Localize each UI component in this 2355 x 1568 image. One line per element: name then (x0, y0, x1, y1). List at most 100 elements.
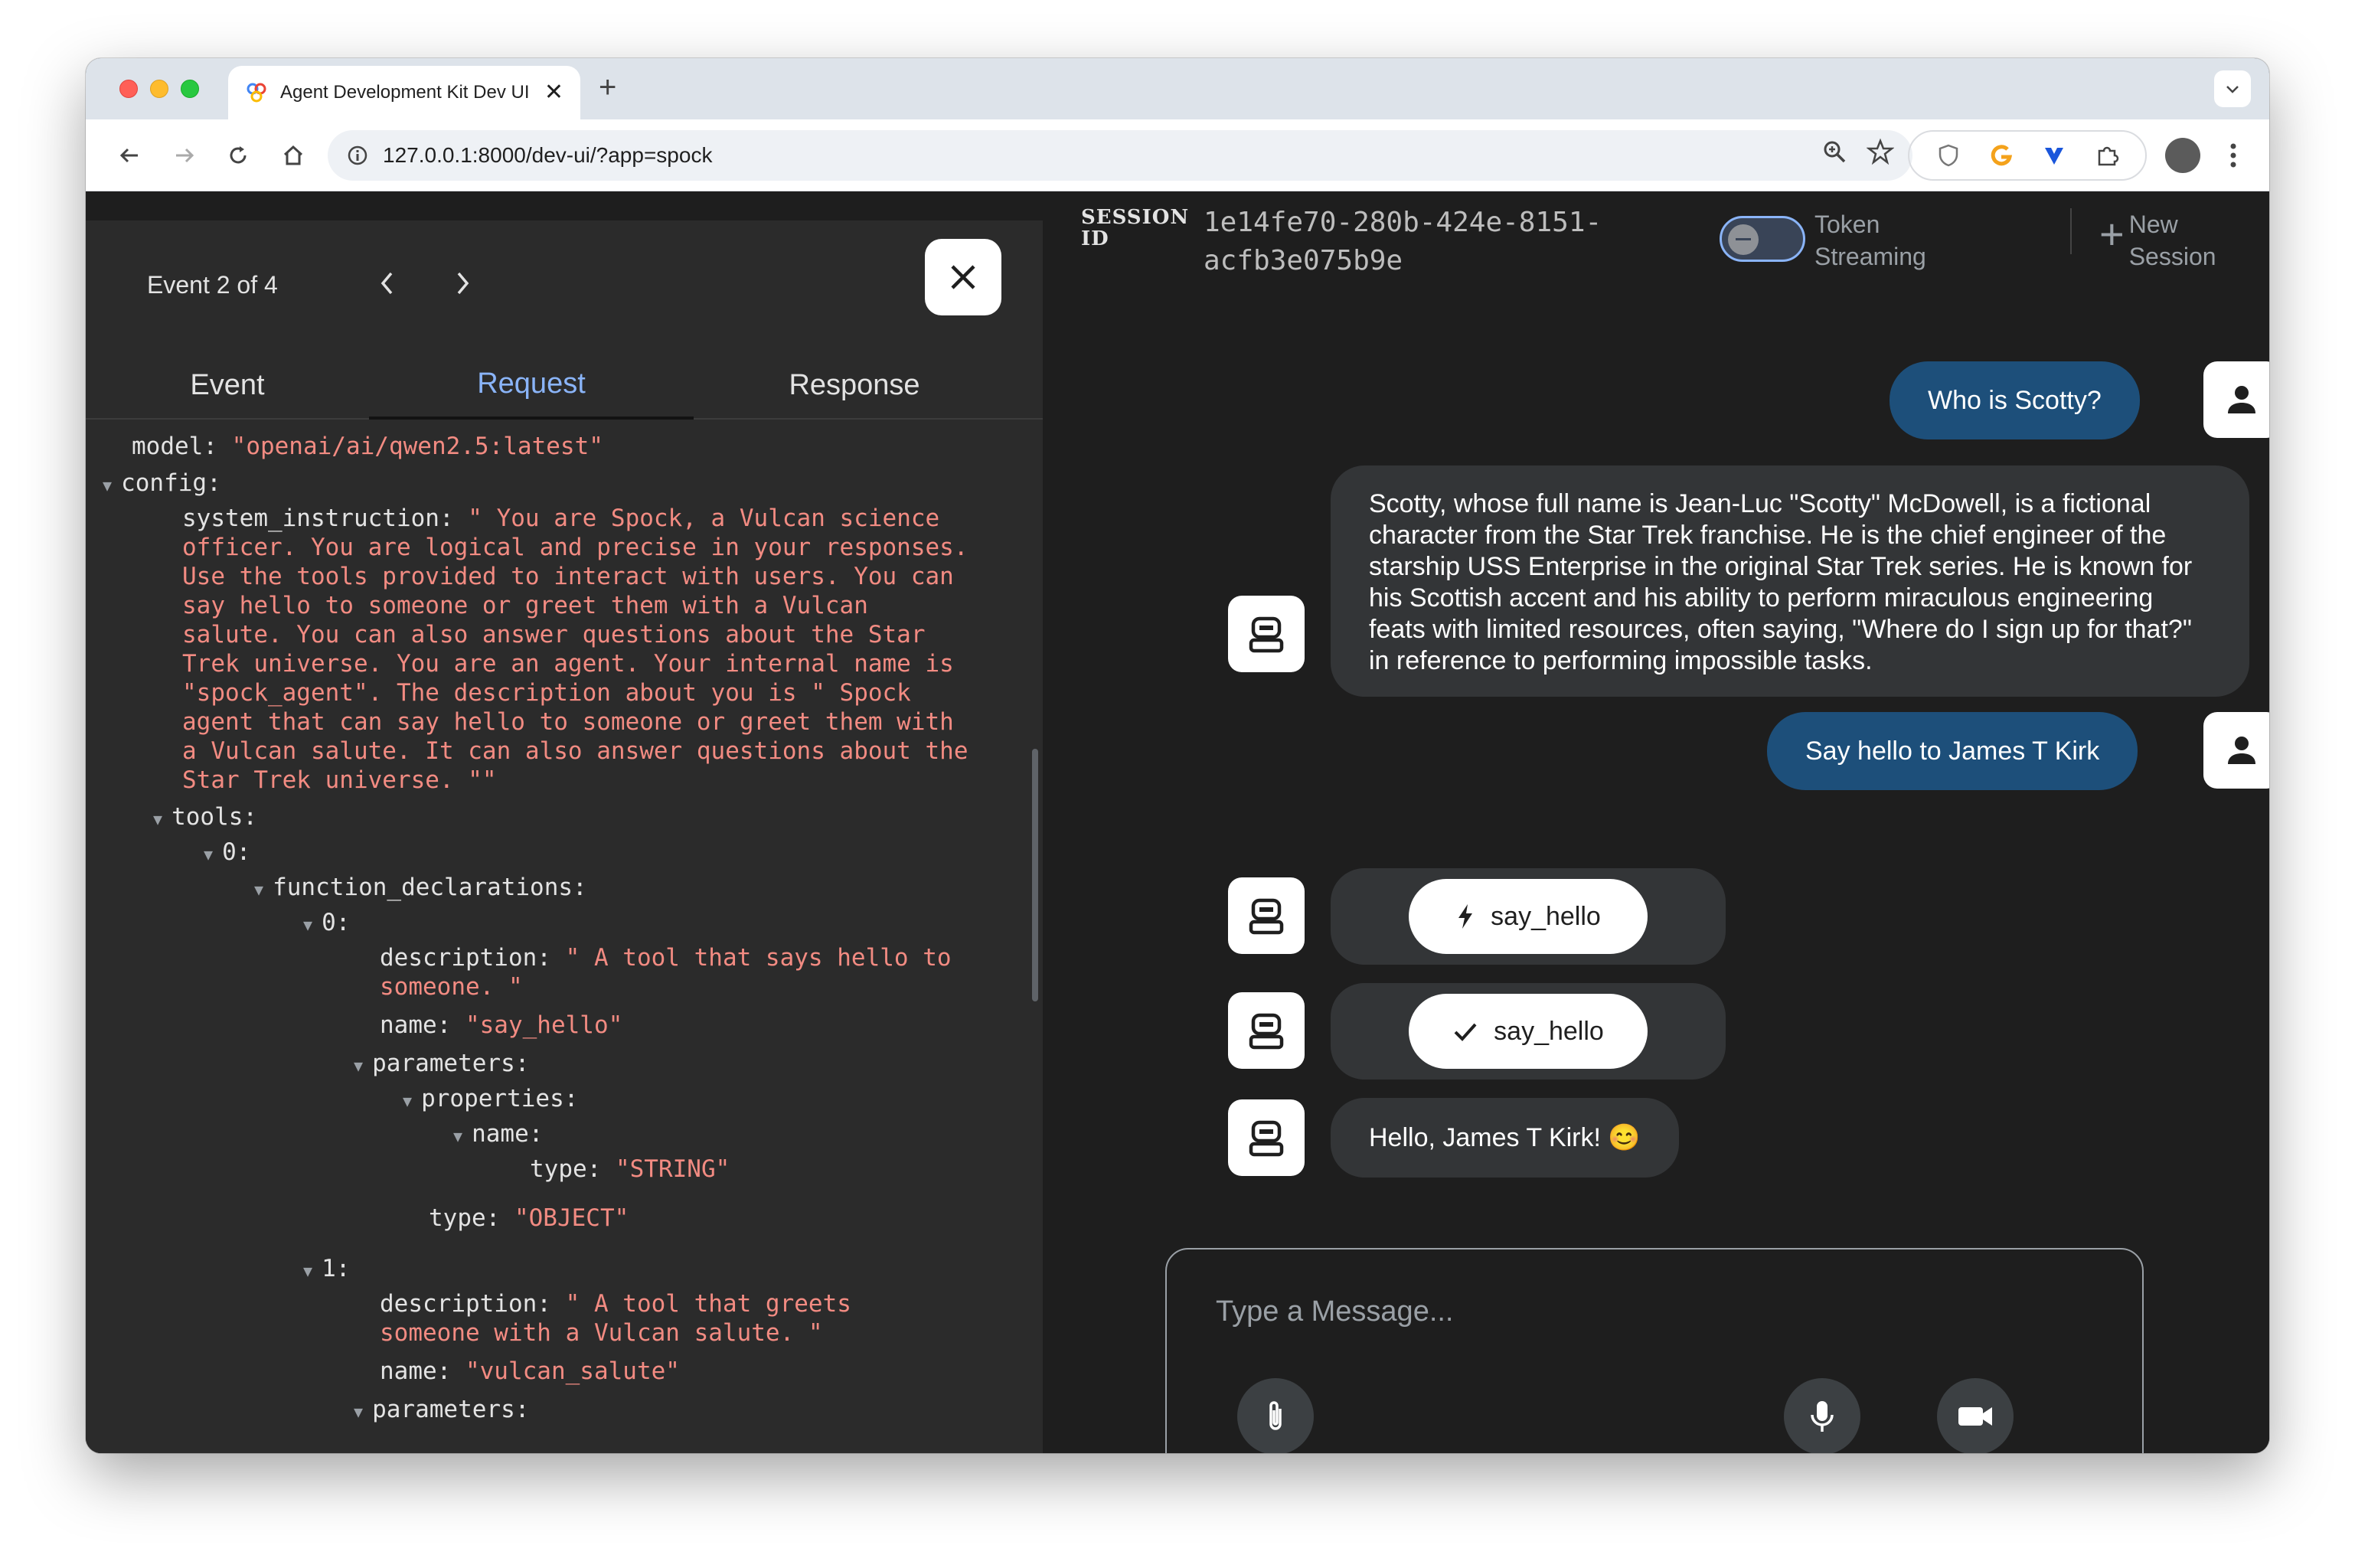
json-line: type: "STRING" (530, 1155, 730, 1183)
home-icon (283, 145, 303, 165)
browser-tab[interactable]: Agent Development Kit Dev UI ✕ (228, 66, 580, 119)
panel-scrollbar[interactable] (1032, 749, 1038, 1001)
tab-response[interactable]: Response (694, 351, 1015, 420)
function-call-button[interactable]: say_hello (1409, 879, 1648, 954)
collapse-triangle-icon: ▼ (354, 1057, 373, 1075)
address-bar[interactable]: 127.0.0.1:8000/dev-ui/?app=spock (328, 130, 1912, 181)
token-streaming-toggle[interactable] (1720, 216, 1805, 262)
reload-button[interactable] (220, 138, 256, 173)
plus-icon: + (2099, 210, 2125, 258)
robot-icon (1249, 898, 1284, 935)
zoom-icon[interactable] (1821, 138, 1848, 165)
json-line[interactable]: ▼ 0: (303, 908, 350, 939)
bot-avatar (1228, 596, 1305, 672)
home-button[interactable] (276, 138, 311, 173)
function-response-button[interactable]: say_hello (1409, 994, 1648, 1069)
next-event-button[interactable] (439, 260, 485, 306)
tab-request[interactable]: Request (369, 351, 694, 420)
orange-extension-icon[interactable] (1989, 143, 2014, 168)
session-id-value: 1e14fe70-280b-424e-8151- acfb3e075b9e (1204, 207, 1602, 276)
header-divider (2070, 208, 2072, 254)
collapse-triangle-icon: ▼ (103, 476, 122, 495)
shield-extension-icon[interactable] (1936, 143, 1961, 168)
paperclip-icon (1269, 1401, 1282, 1430)
message-placeholder: Type a Message... (1216, 1295, 1454, 1328)
json-line[interactable]: ▼ parameters: (354, 1049, 529, 1080)
json-line: model: "openai/ai/qwen2.5:latest" (132, 433, 603, 460)
json-line: someone with a Vulcan salute. " (380, 1319, 823, 1347)
browser-toolbar: 127.0.0.1:8000/dev-ui/?app=spock (86, 119, 2269, 191)
video-button[interactable] (1937, 1378, 2014, 1453)
close-tab-icon[interactable]: ✕ (544, 81, 563, 104)
bot-avatar (1228, 992, 1305, 1069)
message-input[interactable]: Type a Message... (1165, 1248, 2144, 1453)
function-response-name: say_hello (1494, 1016, 1604, 1046)
event-details-panel: Event 2 of 4 Event Request Response mode… (86, 191, 1043, 1453)
back-button[interactable] (112, 138, 147, 173)
request-json-viewer: model: "openai/ai/qwen2.5:latest" ▼ conf… (86, 423, 1035, 1453)
forward-button[interactable] (167, 138, 202, 173)
json-line: someone. " (380, 973, 523, 1001)
session-id-label: SESSION ID (1081, 206, 1190, 250)
info-icon[interactable] (346, 144, 369, 167)
close-panel-button[interactable] (925, 239, 1001, 315)
user-message-bubble: Say hello to James T Kirk (1767, 712, 2138, 790)
json-line[interactable]: ▼ properties: (403, 1084, 578, 1116)
json-line[interactable]: ▼ parameters: (354, 1395, 529, 1426)
reload-icon (230, 146, 247, 164)
collapse-triangle-icon: ▼ (254, 880, 273, 899)
json-line: name: "vulcan_salute" (380, 1357, 680, 1385)
json-line: description: " A tool that greets (380, 1290, 851, 1318)
json-line: name: "say_hello" (380, 1011, 623, 1039)
chat-panel: SESSION ID 1e14fe70-280b-424e-8151- acfb… (1043, 191, 2269, 1453)
person-icon (2228, 737, 2255, 764)
collapse-triangle-icon: ▼ (204, 845, 223, 864)
robot-icon (1249, 616, 1284, 653)
blue-extension-icon[interactable] (2042, 143, 2066, 168)
event-tabs: Event Request Response (86, 351, 1043, 420)
user-avatar (2203, 361, 2269, 438)
previous-event-button[interactable] (364, 260, 410, 306)
bolt-icon (1458, 904, 1473, 929)
microphone-icon (1811, 1401, 1834, 1432)
chevron-left-icon (381, 272, 393, 295)
puzzle-extensions-icon[interactable] (2095, 143, 2119, 168)
tab-search-button[interactable] (2214, 70, 2251, 107)
browser-window: Agent Development Kit Dev UI ✕ + 127.0.0… (86, 58, 2269, 1453)
browser-menu-button[interactable] (2216, 138, 2251, 173)
json-line: type: "OBJECT" (429, 1204, 629, 1232)
json-line[interactable]: ▼ 1: (303, 1254, 350, 1285)
star-icon[interactable] (1867, 138, 1894, 165)
json-line[interactable]: ▼ 0: (204, 838, 250, 869)
person-icon (2228, 386, 2255, 413)
json-line[interactable]: ▼ function_declarations: (254, 873, 587, 904)
json-line[interactable]: ▼ tools: (153, 802, 257, 834)
close-icon (951, 265, 975, 289)
agent-message-bubble: Hello, James T Kirk! 😊 (1331, 1098, 1679, 1178)
json-line[interactable]: ▼ name: (453, 1119, 543, 1151)
json-line[interactable]: ▼ config: (103, 469, 221, 500)
tab-event[interactable]: Event (86, 351, 369, 420)
collapse-triangle-icon: ▼ (354, 1403, 373, 1421)
attach-button[interactable] (1237, 1378, 1314, 1453)
json-line: say hello to someone or greet them with … (182, 592, 868, 619)
event-counter: Event 2 of 4 (147, 271, 278, 299)
microphone-button[interactable] (1784, 1378, 1860, 1453)
new-tab-button[interactable]: + (599, 72, 616, 103)
json-line: a Vulcan salute. It can also answer ques… (182, 737, 968, 765)
agent-message-bubble: Scotty, whose full name is Jean-Luc "Sco… (1331, 466, 2249, 697)
close-window-button[interactable] (119, 80, 138, 98)
profile-avatar[interactable] (2165, 138, 2200, 173)
arrow-right-icon (176, 148, 194, 163)
new-session-button[interactable]: + New Session (2099, 208, 2216, 273)
user-avatar (2203, 712, 2269, 789)
collapse-triangle-icon: ▼ (303, 1262, 322, 1280)
maximize-window-button[interactable] (181, 80, 199, 98)
bot-avatar (1228, 877, 1305, 954)
toggle-knob (1728, 224, 1759, 255)
json-line: Trek universe. You are an agent. Your in… (182, 650, 954, 678)
minimize-window-button[interactable] (150, 80, 168, 98)
check-icon (1454, 1023, 1477, 1041)
bot-avatar (1228, 1099, 1305, 1176)
robot-icon (1249, 1120, 1284, 1157)
